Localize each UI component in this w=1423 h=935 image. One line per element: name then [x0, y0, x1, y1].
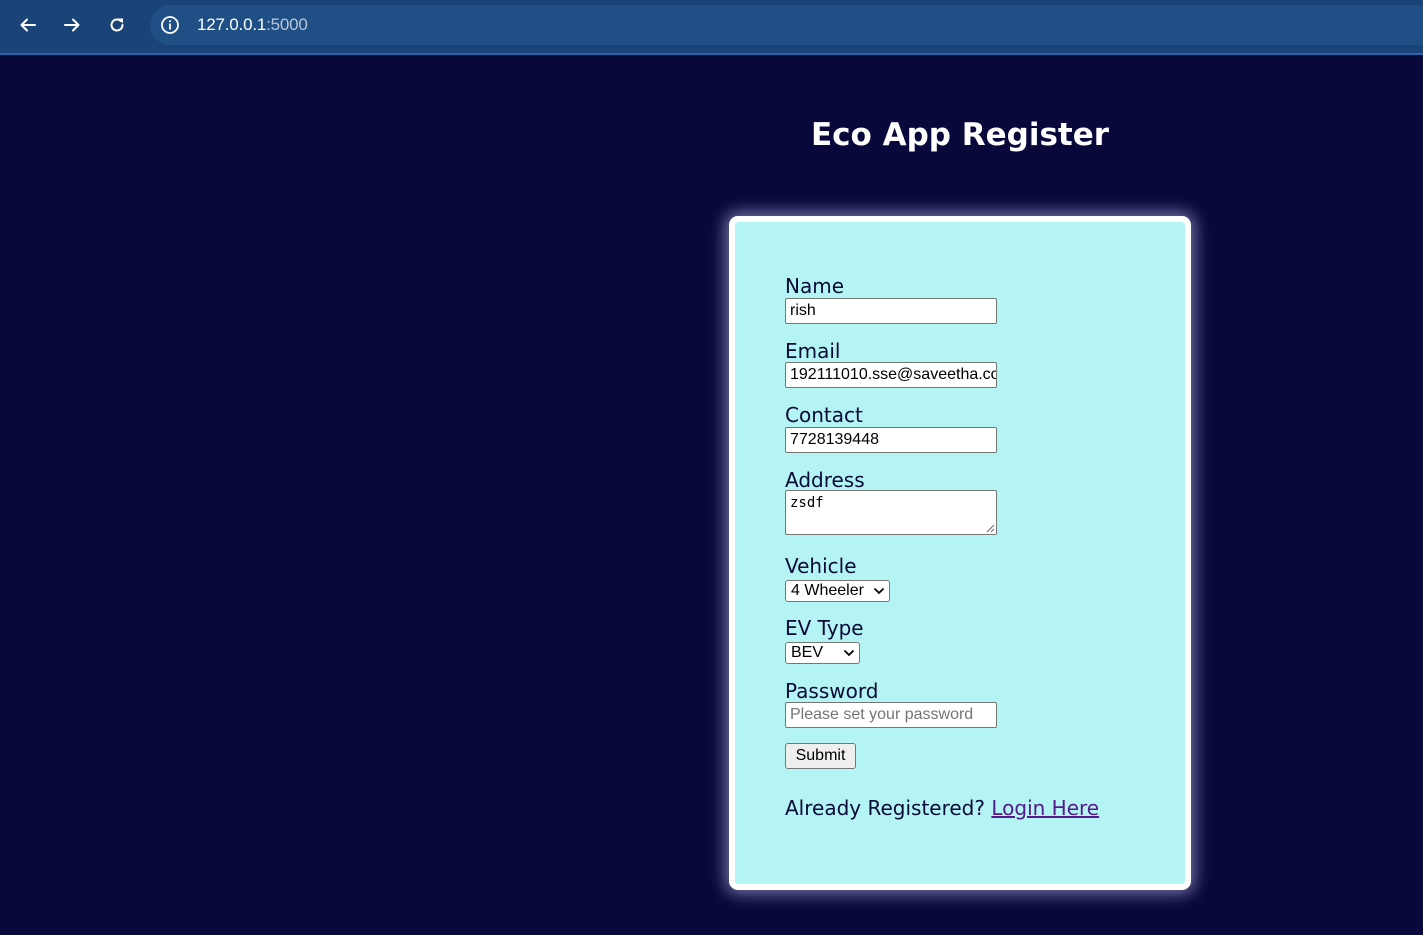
- contact-label: Contact: [785, 403, 863, 427]
- url-port: :5000: [266, 15, 308, 34]
- login-link[interactable]: Login Here: [991, 796, 1099, 820]
- url-text: 127.0.0.1:5000: [197, 15, 308, 35]
- address-value: zsdf: [790, 495, 824, 511]
- ev-type-selected-value: BEV: [791, 644, 824, 661]
- info-icon[interactable]: [160, 15, 180, 35]
- back-button[interactable]: [12, 9, 44, 41]
- login-prompt: Already Registered? Login Here: [785, 796, 1099, 820]
- forward-button[interactable]: [56, 9, 88, 41]
- address-textarea[interactable]: zsdf: [785, 490, 997, 535]
- page-title: Eco App Register: [810, 117, 1110, 153]
- chevron-down-icon: [873, 587, 885, 595]
- url-host: 127.0.0.1: [197, 15, 267, 34]
- password-input[interactable]: Please set your password: [785, 702, 997, 728]
- email-label: Email: [785, 339, 841, 363]
- vehicle-selected-value: 4 Wheeler: [791, 582, 864, 599]
- vehicle-select[interactable]: 4 Wheeler: [785, 580, 890, 602]
- resize-grip-icon[interactable]: [985, 523, 995, 533]
- name-label: Name: [785, 274, 845, 298]
- name-input[interactable]: rish: [785, 298, 997, 324]
- reload-icon: [110, 18, 124, 32]
- register-form-card: Name rish Email 192111010.sse@saveetha.c…: [729, 216, 1191, 890]
- email-input[interactable]: 192111010.sse@saveetha.com: [785, 362, 997, 388]
- reload-button[interactable]: [101, 9, 133, 41]
- vehicle-label: Vehicle: [785, 554, 857, 578]
- ev-type-label: EV Type: [785, 616, 864, 640]
- address-label: Address: [785, 468, 865, 492]
- contact-input[interactable]: 7728139448: [785, 427, 997, 453]
- submit-button[interactable]: Submit: [785, 743, 856, 769]
- login-prompt-text: Already Registered?: [785, 796, 985, 820]
- chevron-down-icon: [843, 649, 855, 657]
- arrow-left-icon: [20, 18, 36, 32]
- password-label: Password: [785, 679, 879, 703]
- ev-type-select[interactable]: BEV: [785, 642, 860, 664]
- address-bar[interactable]: 127.0.0.1:5000: [150, 5, 1423, 45]
- browser-toolbar: 127.0.0.1:5000: [0, 0, 1423, 55]
- arrow-right-icon: [64, 18, 80, 32]
